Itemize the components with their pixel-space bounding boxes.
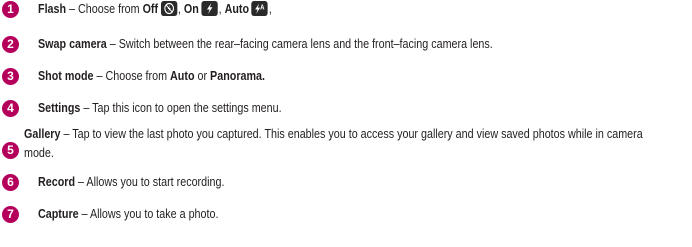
number-badge-5: 5 bbox=[2, 142, 19, 159]
item-dash: – bbox=[66, 2, 79, 16]
flash-auto-icon: A bbox=[251, 1, 268, 16]
flash-off-icon bbox=[160, 1, 178, 16]
item-text-flash: Flash – Choose from Off, On, Auto A, bbox=[38, 0, 599, 19]
item-dash: – bbox=[106, 37, 119, 51]
number-badge-1: 1 bbox=[2, 1, 19, 18]
option-auto: Auto bbox=[224, 2, 250, 16]
option-off: Off bbox=[142, 2, 159, 16]
item-title-record: Record bbox=[38, 175, 76, 189]
item-text-gallery: Gallery – Tap to view the last photo you… bbox=[24, 125, 674, 163]
number-badge-7: 7 bbox=[2, 206, 19, 223]
item-desc-record: Allows you to start recording. bbox=[86, 175, 225, 189]
item-title-shot-mode: Shot mode bbox=[38, 69, 94, 83]
item-text-settings: Settings – Tap this icon to open the set… bbox=[38, 99, 599, 118]
number-badge-2: 2 bbox=[2, 36, 19, 53]
option-auto-mode: Auto bbox=[170, 69, 195, 83]
flash-on-icon bbox=[201, 1, 218, 16]
option-on: On bbox=[183, 2, 199, 16]
item-title-settings: Settings bbox=[38, 101, 81, 115]
item-desc-capture: Allows you to take a photo. bbox=[89, 207, 219, 221]
item-title-flash: Flash bbox=[38, 2, 67, 16]
item-desc-gallery: Tap to view the last photo you captured.… bbox=[24, 127, 643, 160]
item-dash: – bbox=[60, 127, 73, 141]
item-title-capture: Capture bbox=[38, 207, 79, 221]
item-dash: – bbox=[93, 69, 106, 83]
item-mid-shot-mode: or bbox=[194, 69, 211, 83]
item-desc-swap-camera: Switch between the rear–facing camera le… bbox=[118, 37, 493, 51]
item-lead-shot-mode: Choose from bbox=[105, 69, 171, 83]
item-title-swap-camera: Swap camera bbox=[38, 37, 107, 51]
item-dash: – bbox=[80, 101, 93, 115]
item-lead-flash: Choose from bbox=[78, 2, 143, 16]
number-badge-4: 4 bbox=[2, 100, 19, 117]
item-text-shot-mode: Shot mode – Choose from Auto or Panorama… bbox=[38, 67, 599, 86]
separator: , bbox=[177, 2, 181, 16]
number-badge-6: 6 bbox=[2, 174, 19, 191]
item-desc-settings: Tap this icon to open the settings menu. bbox=[92, 101, 282, 115]
number-badge-3: 3 bbox=[2, 68, 19, 85]
item-dash: – bbox=[78, 207, 90, 221]
item-dash: – bbox=[75, 175, 87, 189]
item-text-capture: Capture – Allows you to take a photo. bbox=[38, 205, 599, 224]
item-text-record: Record – Allows you to start recording. bbox=[38, 173, 599, 192]
item-text-swap-camera: Swap camera – Switch between the rear–fa… bbox=[38, 35, 599, 54]
separator: , bbox=[218, 2, 222, 16]
separator: , bbox=[268, 2, 272, 16]
svg-text:A: A bbox=[261, 4, 266, 12]
option-panorama: Panorama. bbox=[210, 69, 266, 83]
item-title-gallery: Gallery bbox=[24, 127, 61, 141]
